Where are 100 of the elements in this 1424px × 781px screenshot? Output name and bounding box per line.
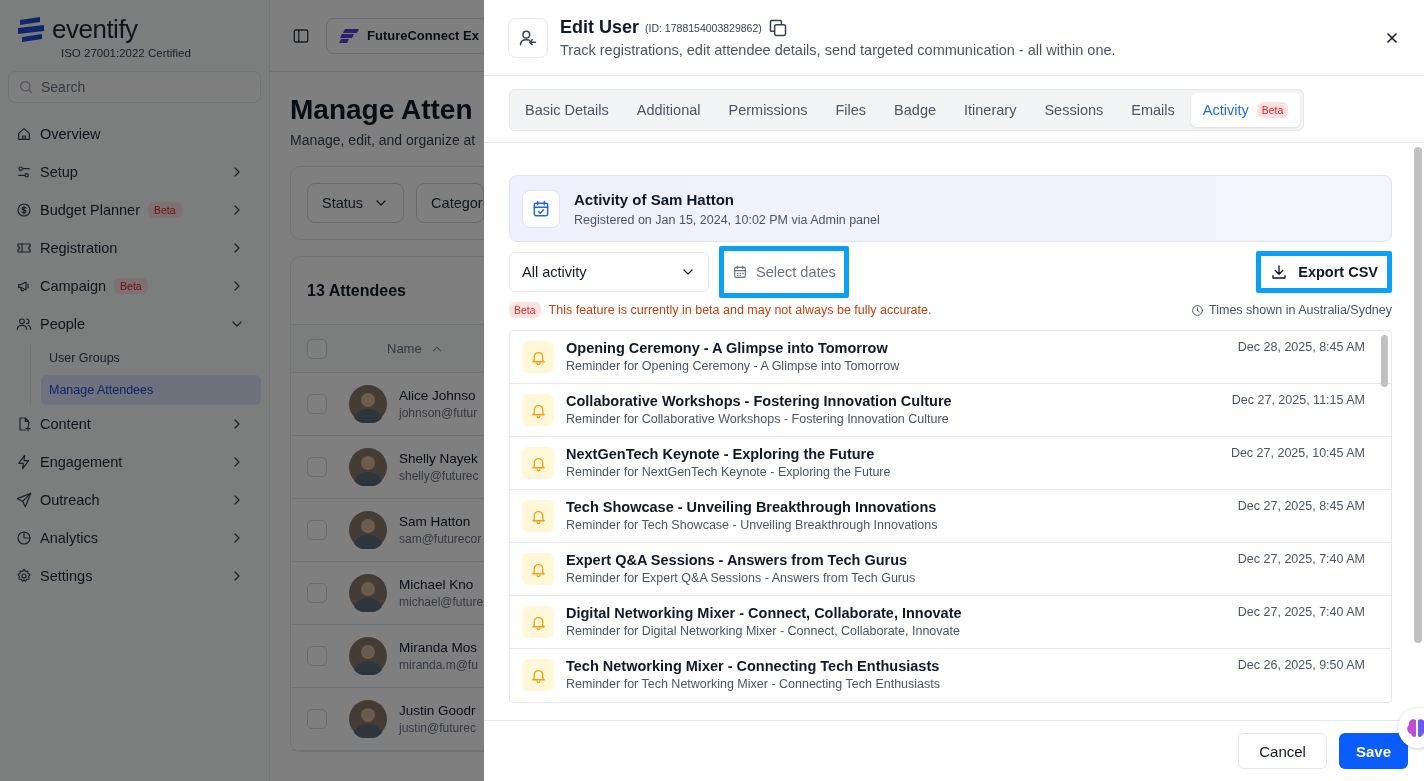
nav-item[interactable]: Overview (8, 115, 261, 153)
drawer-subtitle: Track registrations, edit attendee details, send targeted communication - all within one. (560, 42, 1117, 58)
activity-title: Tech Networking Mixer - Connecting Tech Enthusiasts (566, 658, 941, 674)
avatar (349, 511, 387, 549)
dollar-icon (16, 202, 32, 218)
page-title: Manage Atten (290, 94, 473, 126)
activity-time: Dec 28, 2025, 8:45 AM (1237, 340, 1365, 354)
nav-label: Campaign (40, 278, 107, 294)
drawer-title: Edit User (560, 17, 640, 38)
beta-badge: Beta (509, 302, 541, 318)
avatar (349, 700, 387, 738)
attendee-name: Justin Goodr (399, 703, 476, 718)
tab[interactable]: Emails (1119, 93, 1187, 127)
logo-icon (16, 16, 46, 43)
activity-title: NextGenTech Keynote - Exploring the Future (566, 446, 876, 462)
nav-item[interactable]: Analytics (8, 519, 261, 557)
activity-time: Dec 27, 2025, 7:40 AM (1237, 552, 1365, 566)
tab[interactable]: Activity Beta (1190, 93, 1301, 127)
clock-icon (1191, 303, 1205, 317)
activity-detail: Reminder for Opening Ceremony - A Glimpse into Tomorrow (566, 359, 901, 373)
cancel-button[interactable]: Cancel (1238, 733, 1327, 769)
activity-detail: Reminder for Collaborative Workshops - Fostering Innovation Culture (566, 412, 950, 426)
nav-label: People (40, 316, 86, 332)
attendee-email: justin@futurec (399, 721, 476, 735)
filter-dropdown[interactable]: Categor (416, 183, 484, 223)
avatar (349, 637, 387, 675)
attendee-name: Miranda Mos (399, 640, 478, 655)
timezone-note: Times shown in Australia/Sydney (1209, 303, 1392, 317)
export-csv-button[interactable]: Export CSV (1256, 251, 1392, 293)
certification-text: ISO 27001:2022 Certified (60, 47, 192, 59)
nav-item[interactable]: Engagement (8, 443, 261, 481)
scrollbar-thumb[interactable] (1414, 147, 1422, 643)
nav-label: Overview (40, 126, 101, 142)
nav-label: Setup (40, 164, 78, 180)
tab[interactable]: Badge (882, 93, 949, 127)
activity-title: Digital Networking Mixer - Connect, Collaborate, Innovate (566, 605, 963, 621)
nav-label: Settings (40, 568, 93, 584)
page-subtitle: Manage, edit, and organize at (290, 132, 476, 148)
activity-time: Dec 27, 2025, 8:45 AM (1237, 499, 1365, 513)
activity-detail: Reminder for Digital Networking Mixer - Connect, Collaborate, Innovate (566, 624, 961, 638)
activity-detail: Reminder for NextGenTech Keynote - Exploring the Future (566, 465, 892, 479)
activity-detail: Reminder for Expert Q&A Sessions - Answers from Tech Gurus (566, 571, 917, 585)
activity-detail: Reminder for Tech Showcase - Unveiling Breakthrough Innovations (566, 518, 939, 532)
tab[interactable]: Permissions (716, 93, 820, 127)
attendee-name: Shelly Nayek (399, 451, 478, 466)
nav-subitem[interactable]: User Groups (41, 343, 261, 373)
nav-item[interactable]: Settings (8, 557, 261, 595)
nav-item[interactable]: People (8, 305, 261, 343)
pie-chart-icon (16, 530, 32, 546)
nav-item[interactable]: Budget Planner Beta (8, 191, 261, 229)
activity-filter-dropdown[interactable]: All activity (509, 252, 709, 292)
avatar (349, 385, 387, 423)
search-icon (18, 79, 34, 95)
avatar (349, 574, 387, 612)
nav-item[interactable]: Campaign Beta (8, 267, 261, 305)
ticket-icon (16, 240, 32, 256)
activity-title: Tech Showcase - Unveiling Breakthrough Innovations (566, 499, 938, 515)
attendee-name: Michael Kno (399, 577, 474, 592)
attendee-email: michael@future (399, 595, 484, 609)
event-name: FutureConnect Ex (367, 28, 479, 43)
nav-label: Registration (40, 240, 118, 256)
file-plus-icon (16, 416, 32, 432)
search-field[interactable]: Search (8, 71, 261, 103)
sidebar-toggle-icon[interactable] (292, 26, 310, 45)
user-id: (ID: 1788154003829862) (645, 21, 762, 34)
nav-label: Engagement (40, 454, 123, 470)
registration-info: Registered on Jan 15, 2024, 10:02 PM via Admin panel (574, 212, 880, 227)
beta-badge: Beta (1256, 102, 1289, 118)
nav-item[interactable]: Content (8, 405, 261, 443)
attendee-name: Sam Hatton (399, 514, 471, 529)
calendar-check-icon (531, 198, 551, 219)
attendee-email: shelly@futurec (399, 469, 479, 483)
lightning-icon (16, 454, 32, 470)
tab[interactable]: Additional (624, 93, 713, 127)
save-button[interactable]: Save (1338, 733, 1408, 769)
sliders-icon (16, 164, 32, 180)
scrollbar-thumb[interactable] (1381, 335, 1388, 387)
activity-time: Dec 27, 2025, 10:45 AM (1230, 446, 1365, 460)
copy-icon[interactable] (767, 17, 788, 38)
gear-icon (16, 568, 32, 584)
event-logo-icon (339, 28, 359, 43)
filter-dropdown[interactable]: Status (307, 183, 405, 223)
tab[interactable]: Basic Details (513, 93, 621, 127)
home-icon (16, 126, 32, 142)
nav-item[interactable]: Outreach (8, 481, 261, 519)
activity-title: Expert Q&A Sessions - Answers from Tech Gurus (566, 552, 909, 568)
column-header[interactable]: Name (387, 341, 422, 356)
activity-title: Activity of Sam Hatton (574, 190, 736, 208)
nav-item[interactable]: Setup (8, 153, 261, 191)
activity-detail: Reminder for Tech Networking Mixer - Connecting Tech Enthusiasts (566, 677, 941, 691)
nav-item[interactable]: Registration (8, 229, 261, 267)
tab[interactable]: Itinerary (952, 93, 1029, 127)
beta-badge: Beta (147, 202, 182, 218)
tab[interactable]: Sessions (1032, 93, 1116, 127)
tab[interactable]: Files (823, 93, 879, 127)
people-icon (16, 316, 32, 332)
nav-label: Content (40, 416, 91, 432)
date-picker-button[interactable]: Select dates (719, 246, 849, 298)
nav-subitem[interactable]: Manage Attendees (41, 375, 261, 405)
activity-title: Collaborative Workshops - Fostering Innovation Culture (566, 393, 953, 409)
